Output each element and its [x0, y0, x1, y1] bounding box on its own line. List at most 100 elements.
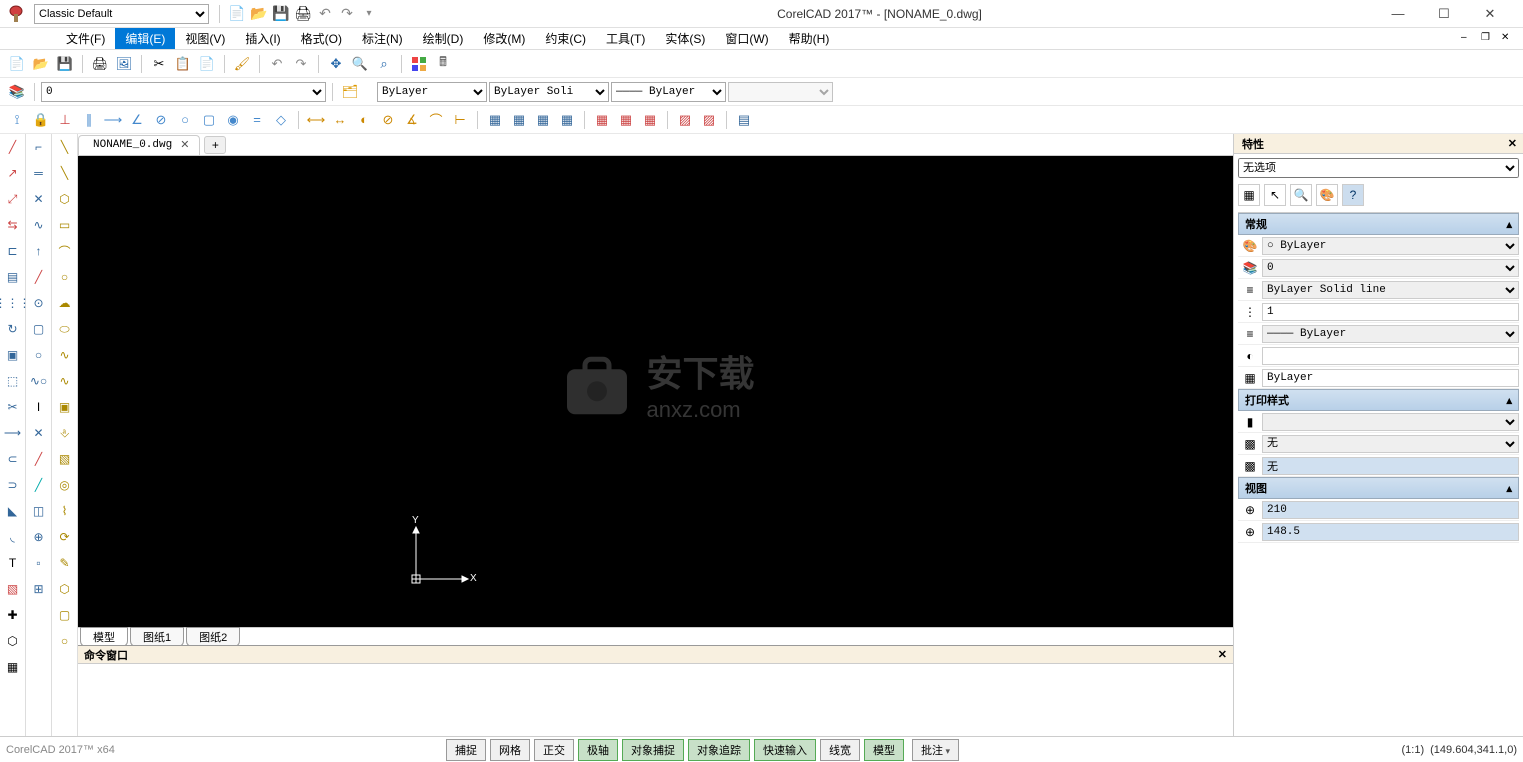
open-file-icon[interactable]: 📂 — [30, 53, 52, 75]
table-icon[interactable]: ▦ — [2, 656, 24, 678]
osnap-arc-icon[interactable]: ◉ — [222, 109, 244, 131]
mirror-icon[interactable]: ⇆ — [2, 214, 24, 236]
props-section-header[interactable]: 常规▴ — [1238, 213, 1519, 235]
dim-aligned-icon[interactable]: ↔ — [329, 109, 351, 131]
drawline-icon[interactable]: ╱ — [28, 448, 50, 470]
pline-icon[interactable]: ⌐ — [28, 136, 50, 158]
ray-icon[interactable]: ↗ — [2, 162, 24, 184]
command-input-area[interactable] — [78, 664, 1233, 736]
rectangle-icon[interactable]: ▭ — [54, 214, 76, 236]
props-value[interactable] — [1262, 501, 1519, 519]
mdi-restore[interactable]: ❐ — [1481, 32, 1497, 46]
mdi-minimize[interactable]: – — [1461, 32, 1477, 46]
block-icon[interactable]: ▣ — [54, 396, 76, 418]
prop-help-icon[interactable]: ? — [1342, 184, 1364, 206]
dc-show3-icon[interactable]: ▦ — [639, 109, 661, 131]
layer-previous-icon[interactable]: 🗂 — [339, 81, 361, 103]
prop-palette-icon[interactable]: 🎨 — [1316, 184, 1338, 206]
match-prop-icon[interactable]: 🖌 — [231, 53, 253, 75]
properties-close-icon[interactable]: ✕ — [1508, 137, 1517, 150]
osnap-perp-icon[interactable]: ⊥ — [54, 109, 76, 131]
chamfer-icon[interactable]: ◣ — [2, 500, 24, 522]
dropdown-icon[interactable]: ▾ — [360, 5, 378, 23]
sketch-line-icon[interactable]: ╲ — [54, 136, 76, 158]
spline2-icon[interactable]: ∿ — [54, 370, 76, 392]
join-icon[interactable]: ⊃ — [2, 474, 24, 496]
region-icon[interactable]: ⬡ — [2, 630, 24, 652]
dim-linear-icon[interactable]: ⟷ — [305, 109, 327, 131]
dc-hide2-icon[interactable]: ▦ — [508, 109, 530, 131]
revcloud-icon[interactable]: ☁ — [54, 292, 76, 314]
maximize-button[interactable]: ☐ — [1427, 6, 1461, 22]
arrow-icon[interactable]: ↑ — [28, 240, 50, 262]
tab-close-icon[interactable]: ✕ — [180, 138, 189, 152]
status-toggle-8[interactable]: 模型 — [864, 739, 904, 761]
hatch-icon[interactable]: ▧ — [2, 578, 24, 600]
curved-icon[interactable]: ∿ — [54, 344, 76, 366]
multiline-icon[interactable]: ═ — [28, 162, 50, 184]
scale-icon[interactable]: ▣ — [2, 344, 24, 366]
print-file-icon[interactable]: 🖨 — [89, 53, 111, 75]
ellipse-icon[interactable]: ⬭ — [54, 318, 76, 340]
sheet-tab-0[interactable]: 模型 — [80, 627, 128, 647]
dim-angular-icon[interactable]: ∡ — [401, 109, 423, 131]
dc-show1-icon[interactable]: ▦ — [591, 109, 613, 131]
props-value[interactable]: ByLayer Solid line — [1262, 281, 1519, 299]
props-value[interactable] — [1262, 523, 1519, 541]
osnap-equal-icon[interactable]: = — [246, 109, 268, 131]
document-tab[interactable]: NONAME_0.dwg ✕ — [78, 135, 200, 155]
dim-diameter-icon[interactable]: ⊘ — [377, 109, 399, 131]
workspace-select[interactable]: Classic Default — [34, 4, 209, 24]
osnap-angle-icon[interactable]: ∠ — [126, 109, 148, 131]
status-toggle-7[interactable]: 线宽 — [820, 739, 860, 761]
props-value[interactable]: 无 — [1262, 435, 1519, 453]
menu-item-12[interactable]: 帮助(H) — [779, 28, 840, 49]
props-value[interactable] — [1262, 413, 1519, 431]
sheet-tab-2[interactable]: 图纸2 — [186, 627, 240, 647]
zoom-window-icon[interactable]: ⌕ — [373, 53, 395, 75]
wipeout-icon[interactable]: ▧ — [54, 448, 76, 470]
target-icon[interactable]: ⊙ — [28, 292, 50, 314]
osnap-lock-icon[interactable]: 🔒 — [30, 109, 52, 131]
undo-icon[interactable]: ↶ — [316, 5, 334, 23]
copy-icon[interactable]: 📋 — [172, 53, 194, 75]
menu-item-10[interactable]: 实体(S) — [655, 28, 715, 49]
mdi-close[interactable]: ✕ — [1501, 32, 1517, 46]
ellipse-spline-icon[interactable]: ∿○ — [28, 370, 50, 392]
redo2-icon[interactable]: ↷ — [290, 53, 312, 75]
drawing-canvas[interactable]: 安下载 anxz.com X Y — [78, 156, 1233, 627]
dc-hide1-icon[interactable]: ▦ — [484, 109, 506, 131]
properties-icon[interactable] — [408, 53, 430, 75]
dc-param-icon[interactable]: ▤ — [733, 109, 755, 131]
selection-filter-combo[interactable]: 无选项 — [1238, 158, 1519, 178]
pencil-icon[interactable]: ✎ — [54, 552, 76, 574]
helix-icon[interactable]: ⌇ — [54, 500, 76, 522]
new-icon[interactable]: 📄 — [228, 5, 246, 23]
array-pts-icon[interactable]: ⋮⋮⋮ — [2, 292, 24, 314]
grip-icon[interactable]: ▫ — [28, 552, 50, 574]
minimize-button[interactable]: — — [1381, 6, 1415, 22]
new-tab-button[interactable]: + — [204, 136, 226, 154]
menu-item-5[interactable]: 标注(N) — [352, 28, 413, 49]
props-value[interactable] — [1262, 347, 1519, 365]
break-icon[interactable]: ⊂ — [2, 448, 24, 470]
paste-icon[interactable]: 📄 — [196, 53, 218, 75]
osnap-sym-icon[interactable]: ▢ — [198, 109, 220, 131]
dashed-box-icon[interactable]: ▢ — [54, 604, 76, 626]
props-value[interactable]: ○ ByLayer — [1262, 237, 1519, 255]
undo2-icon[interactable]: ↶ — [266, 53, 288, 75]
menu-item-9[interactable]: 工具(T) — [596, 28, 655, 49]
dc-show2-icon[interactable]: ▦ — [615, 109, 637, 131]
insert-icon[interactable]: ⎀ — [54, 422, 76, 444]
osnap-end-icon[interactable]: ⟟ — [6, 109, 28, 131]
divide-icon[interactable]: ✕ — [28, 422, 50, 444]
osnap-tangent-icon[interactable]: ⊘ — [150, 109, 172, 131]
point-icon[interactable]: ✚ — [2, 604, 24, 626]
dim-arc-icon[interactable]: ⌒ — [425, 109, 447, 131]
close-button[interactable]: ✕ — [1473, 6, 1507, 22]
status-toggle-3[interactable]: 极轴 — [578, 739, 618, 761]
new-file-icon[interactable]: 📄 — [6, 53, 28, 75]
props-value[interactable] — [1262, 369, 1519, 387]
props-section-header[interactable]: 视图▴ — [1238, 477, 1519, 499]
trim-icon[interactable]: ✂ — [2, 396, 24, 418]
